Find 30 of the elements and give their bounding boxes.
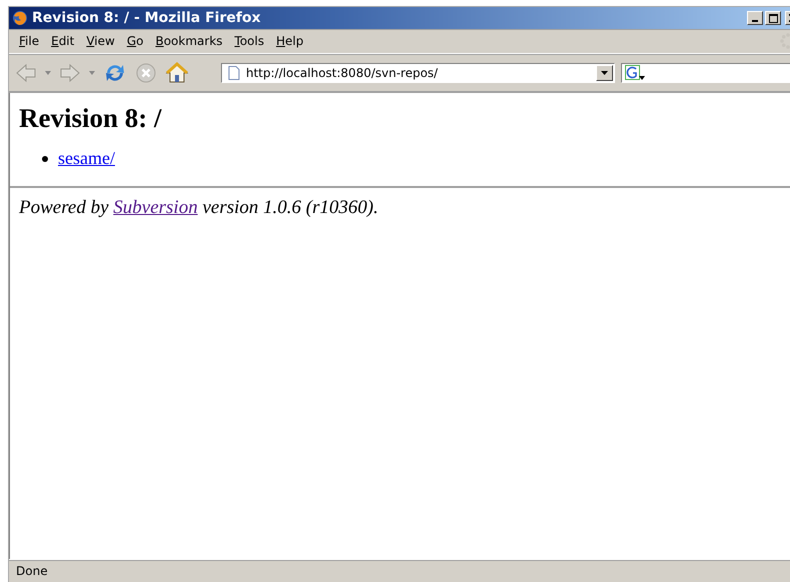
- menu-item[interactable]: View: [80, 34, 121, 48]
- bullet-icon: [42, 156, 48, 162]
- maximize-button[interactable]: [765, 11, 781, 25]
- caret-icon[interactable]: [89, 71, 95, 75]
- stop-icon[interactable]: [135, 62, 157, 84]
- page-heading: Revision 8: /: [19, 103, 163, 134]
- home-icon[interactable]: [165, 61, 189, 85]
- directory-link[interactable]: sesame/: [58, 148, 115, 169]
- window-title: Revision 8: / - Mozilla Firefox: [32, 10, 261, 26]
- menu-item[interactable]: Help: [270, 34, 310, 48]
- search-engine-icon[interactable]: [625, 65, 645, 81]
- menu-item[interactable]: Tools: [228, 34, 270, 48]
- search-field[interactable]: [621, 63, 790, 83]
- footer-text: Powered by Subversion version 1.0.6 (r10360).: [19, 197, 380, 219]
- menu-item[interactable]: File: [13, 34, 46, 48]
- caret-icon: [601, 71, 608, 75]
- globe-icon: [12, 10, 28, 26]
- page-icon: [228, 66, 240, 80]
- menu-item[interactable]: Go: [120, 34, 150, 48]
- minimize-button[interactable]: [747, 11, 763, 25]
- maximize-icon: [768, 14, 778, 22]
- back-arrow-icon[interactable]: [15, 62, 37, 84]
- forward-arrow-icon[interactable]: [59, 62, 81, 84]
- subversion-link[interactable]: Subversion: [113, 197, 198, 218]
- menu-item[interactable]: Edit: [45, 34, 80, 48]
- caret-icon[interactable]: [45, 71, 51, 75]
- menu-item[interactable]: Bookmarks: [149, 34, 229, 48]
- address-field[interactable]: http://localhost:8080/svn-repos/: [221, 63, 615, 83]
- status-text: Done: [15, 564, 48, 578]
- dropdown-button[interactable]: [596, 65, 613, 81]
